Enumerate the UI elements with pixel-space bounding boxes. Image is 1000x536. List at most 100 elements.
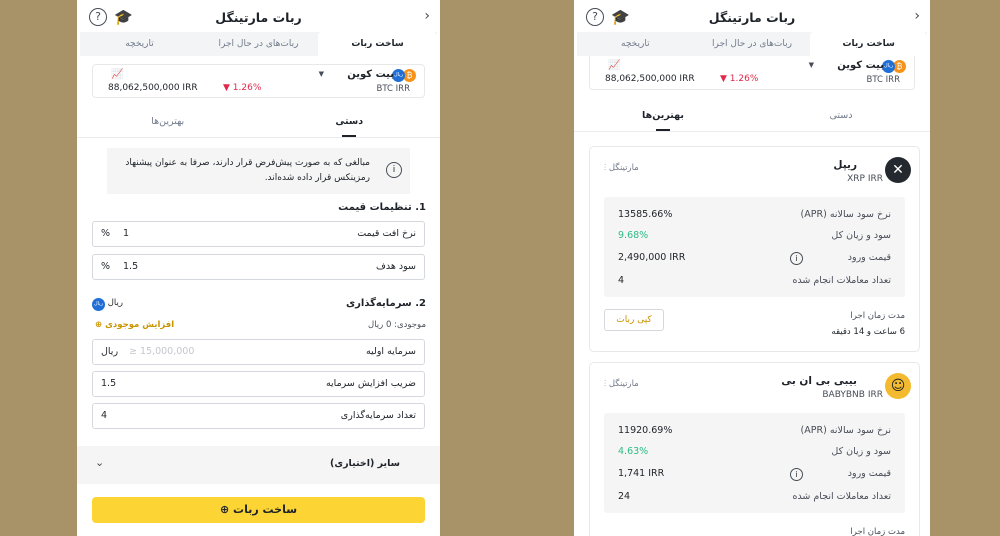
mode-best[interactable]: بهترین‌ها <box>77 110 259 137</box>
increase-balance-link[interactable]: افزایش موجودی ⊕ <box>95 320 174 330</box>
header: ربات مارتینگل ‹ ? 🎓 <box>77 0 440 34</box>
tab-running-bots[interactable]: ربات‌های در حال اجرا <box>199 32 318 56</box>
create-bot-label: ساخت ربات <box>233 503 298 516</box>
initial-capital-field[interactable]: سرمایه اولیه ریال ≥ 15,000,000 <box>92 339 425 365</box>
entry-row: قیمت ورود i 1,741 IRR <box>618 468 891 482</box>
drop-rate-field[interactable]: نرخ افت قیمت % 1 <box>92 221 425 247</box>
balance-text: موجودی: 0 ریال <box>368 320 426 330</box>
drop-rate-value: 1 <box>123 228 130 239</box>
investment-count-value: 4 <box>101 410 108 421</box>
tab-history[interactable]: تاریخچه <box>80 32 199 56</box>
trades-label: تعداد معاملات انجام شده <box>792 275 891 286</box>
apr-value: 11920.69% <box>618 425 673 436</box>
back-chevron-icon[interactable]: ‹ <box>424 8 430 24</box>
info-icon[interactable]: i <box>790 252 803 265</box>
entry-value: 1,741 IRR <box>618 468 665 479</box>
left-screen: ربات مارتینگل ‹ ? 🎓 ساخت ربات ربات‌های د… <box>77 0 440 536</box>
header: ربات مارتینگل ‹ ? 🎓 <box>574 0 930 34</box>
currency-select[interactable]: ریال ریال <box>92 298 123 311</box>
bot-type-label: مارتینگل <box>608 379 639 389</box>
bot-card-pair: BABYBNB IRR <box>822 390 883 400</box>
tab-bar: ساخت ربات ربات‌های در حال اجرا تاریخچه <box>577 32 927 56</box>
entry-value: 2,490,000 IRR <box>618 252 686 263</box>
create-bot-button[interactable]: ساخت ربات ⊕ <box>92 497 425 523</box>
investment-count-field[interactable]: تعداد سرمایه‌گذاری 4 <box>92 403 425 429</box>
copy-bot-button[interactable]: کپی ربات <box>604 309 664 331</box>
runtime-label: مدت زمان اجرا <box>850 311 905 321</box>
initial-capital-label: سرمایه اولیه <box>365 346 416 357</box>
tab-running-bots[interactable]: ربات‌های در حال اجرا <box>694 32 811 56</box>
coin-name: بیت کوین <box>837 60 884 71</box>
pnl-row: سود و زیان کل 9.68% <box>618 230 891 244</box>
bot-stats: نرخ سود سالانه (APR) 11920.69% سود و زیان… <box>604 413 905 513</box>
bot-type-icon: ⫶ <box>604 163 607 173</box>
info-icon[interactable]: i <box>790 468 803 481</box>
pnl-value: 4.63% <box>618 446 649 457</box>
pnl-row: سود و زیان کل 4.63% <box>618 446 891 460</box>
page-title: ربات مارتینگل <box>215 9 302 25</box>
trades-value: 4 <box>618 275 625 286</box>
tab-history[interactable]: تاریخچه <box>577 32 694 56</box>
optional-section-label: سایر (اختیاری) <box>330 458 400 469</box>
apr-value: 13585.66% <box>618 209 673 220</box>
rial-badge-icon: ریال <box>92 298 105 311</box>
plus-circle-icon: ⊕ <box>219 503 230 516</box>
increase-balance-label: افزایش موجودی <box>105 320 175 330</box>
plus-circle-icon: ⊕ <box>95 320 103 330</box>
chevron-down-icon: ⌄ <box>95 456 105 469</box>
entry-label: قیمت ورود <box>847 468 891 479</box>
coin-change: ▼ 1.26% <box>223 83 262 93</box>
coin-price: 88,062,500,000 IRR <box>605 74 695 84</box>
target-profit-field[interactable]: سود هدف % 1.5 <box>92 254 425 280</box>
price-settings-heading: 1. تنظیمات قیمت <box>338 202 426 213</box>
bot-card-pair: XRP IRR <box>847 174 883 184</box>
coin-selector[interactable]: ₿ ریال بیت کوین ▼ BTC IRR 📈 88,062,500,0… <box>92 64 425 98</box>
trades-value: 24 <box>618 491 631 502</box>
coin-pair: BTC IRR <box>376 84 410 94</box>
tab-create-bot[interactable]: ساخت ربات <box>810 32 927 56</box>
help-icon[interactable]: ? <box>89 8 107 26</box>
info-icon: i <box>386 162 402 178</box>
apr-row: نرخ سود سالانه (APR) 13585.66% <box>618 209 891 223</box>
runtime-value: 6 ساعت و 14 دقیقه <box>831 327 905 337</box>
default-values-note: i مبالغی که به صورت پیش‌فرض قرار دارند، … <box>107 148 410 194</box>
target-profit-value: 1.5 <box>123 261 139 272</box>
percent-unit: % <box>101 261 111 272</box>
bot-card-xrp: ✕ ریپل XRP IRR مارتینگل ⫶ نرخ سود سالانه… <box>589 146 920 352</box>
back-chevron-icon[interactable]: ‹ <box>914 8 920 24</box>
optional-section-toggle[interactable]: سایر (اختیاری) ⌄ <box>77 446 440 484</box>
percent-unit: % <box>101 228 111 239</box>
mode-manual[interactable]: دستی <box>259 110 441 137</box>
trades-row: تعداد معاملات انجام شده 24 <box>618 491 891 505</box>
investment-count-label: تعداد سرمایه‌گذاری <box>340 410 416 421</box>
page-title: ربات مارتینگل <box>708 9 796 25</box>
multiplier-label: ضریب افزایش سرمایه <box>325 378 416 389</box>
academy-cap-icon[interactable]: 🎓 <box>611 8 630 26</box>
drop-rate-label: نرخ افت قیمت <box>357 228 416 239</box>
bot-card-type: مارتینگل ⫶ <box>604 163 639 173</box>
bot-card-name: ریپل <box>833 159 857 171</box>
coin-name: بیت کوین <box>347 69 394 80</box>
capital-multiplier-field[interactable]: ضریب افزایش سرمایه 1.5 <box>92 371 425 397</box>
coin-selector[interactable]: ₿ ریال بیت کوین ▼ BTC IRR 📈 88,062,500,0… <box>589 56 915 90</box>
xrp-logo-icon: ✕ <box>885 157 911 183</box>
trades-row: تعداد معاملات انجام شده 4 <box>618 275 891 289</box>
initial-capital-placeholder: ≥ 15,000,000 <box>129 346 195 357</box>
tab-bar: ساخت ربات ربات‌های در حال اجرا تاریخچه <box>80 32 437 56</box>
mode-best[interactable]: بهترین‌ها <box>574 104 752 131</box>
coin-price: 88,062,500,000 IRR <box>108 83 198 93</box>
mode-manual[interactable]: دستی <box>752 104 930 131</box>
pnl-value: 9.68% <box>618 230 649 241</box>
chart-icon[interactable]: 📈 <box>111 69 123 80</box>
note-text: مبالغی که به صورت پیش‌فرض قرار دارند، صر… <box>125 158 370 183</box>
pnl-label: سود و زیان کل <box>831 230 891 241</box>
coin-change-value: 1.26% <box>729 74 759 84</box>
right-screen: ربات مارتینگل ‹ ? 🎓 ساخت ربات ربات‌های د… <box>574 0 930 536</box>
tab-create-bot[interactable]: ساخت ربات <box>318 32 437 56</box>
academy-cap-icon[interactable]: 🎓 <box>114 8 133 26</box>
multiplier-value: 1.5 <box>101 378 117 389</box>
babybnb-logo-icon: ☺ <box>885 373 911 399</box>
help-icon[interactable]: ? <box>586 8 604 26</box>
chart-icon[interactable]: 📈 <box>608 60 620 71</box>
apr-label: نرخ سود سالانه (APR) <box>800 425 891 436</box>
